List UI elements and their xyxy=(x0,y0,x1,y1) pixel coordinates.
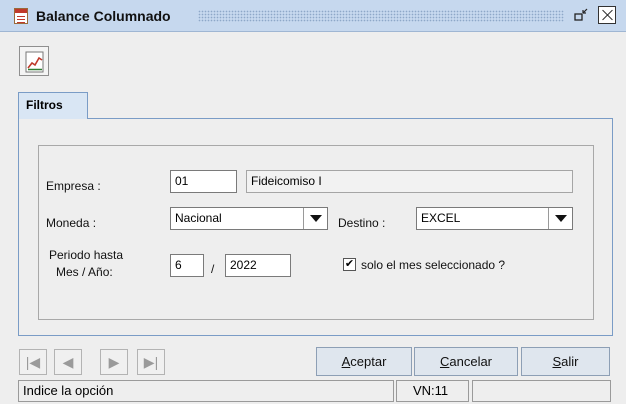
destino-label: Destino : xyxy=(338,216,386,230)
salir-label: alir xyxy=(561,354,579,369)
status-message: Indice la opción xyxy=(18,380,394,402)
close-window-icon[interactable] xyxy=(598,6,616,24)
prev-record-button[interactable]: ◀ xyxy=(54,349,82,375)
chart-report-icon xyxy=(25,51,44,73)
empresa-label: Empresa : xyxy=(46,179,101,193)
chevron-down-icon[interactable] xyxy=(303,208,327,229)
solo-mes-label: solo el mes seleccionado ? xyxy=(361,258,506,272)
mes-anio-label: Mes / Año: xyxy=(56,265,113,279)
cancelar-hotkey: C xyxy=(439,354,450,369)
aceptar-label: ceptar xyxy=(350,354,387,369)
cancelar-label: ancelar xyxy=(449,354,493,369)
destino-select[interactable]: EXCEL xyxy=(416,207,573,230)
destino-value: EXCEL xyxy=(421,211,461,225)
window-title: Balance Columnado xyxy=(36,8,171,24)
moneda-value: Nacional xyxy=(175,211,222,225)
title-bar-grip xyxy=(198,10,564,22)
empresa-name-field: Fideicomiso I xyxy=(246,170,573,193)
empresa-code-field[interactable]: 01 xyxy=(170,170,237,193)
next-record-button[interactable]: ▶ xyxy=(100,349,128,375)
chevron-down-icon[interactable] xyxy=(548,208,572,229)
aceptar-hotkey: A xyxy=(341,354,351,369)
version-label: VN:11 xyxy=(396,380,469,402)
title-bar: Balance Columnado xyxy=(0,0,626,32)
last-record-button[interactable]: ▶| xyxy=(137,349,165,375)
cancelar-button[interactable]: Cancelar xyxy=(414,347,518,376)
month-field[interactable]: 6 xyxy=(170,254,204,277)
periodo-label: Periodo hasta xyxy=(49,248,124,262)
first-record-button[interactable]: |◀ xyxy=(19,349,47,375)
moneda-label: Moneda : xyxy=(46,216,97,230)
aceptar-button[interactable]: Aceptar xyxy=(316,347,412,376)
date-separator: / xyxy=(211,262,215,276)
window-document-icon xyxy=(14,8,28,24)
restore-window-icon[interactable] xyxy=(571,8,591,24)
status-extra xyxy=(472,380,611,402)
salir-hotkey: S xyxy=(552,354,562,369)
year-field[interactable]: 2022 xyxy=(225,254,291,277)
report-button[interactable] xyxy=(19,46,49,76)
salir-button[interactable]: Salir xyxy=(521,347,610,376)
solo-mes-checkbox[interactable]: ✔ xyxy=(343,258,356,271)
tab-filtros[interactable]: Filtros xyxy=(18,92,88,119)
moneda-select[interactable]: Nacional xyxy=(170,207,328,230)
